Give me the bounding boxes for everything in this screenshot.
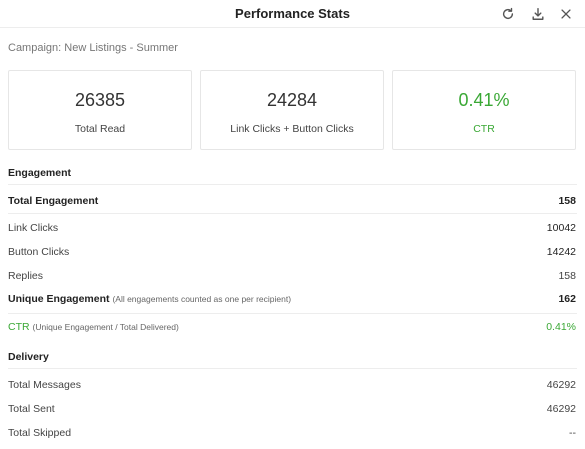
unique-engagement-note: (All engagements counted as one per reci… [112, 294, 292, 304]
button-clicks-label: Button Clicks [8, 246, 70, 258]
total-read-value: 26385 [74, 90, 126, 110]
delivery-section-title: Delivery [8, 351, 49, 363]
total-engagement-row: Total Engagement 158 [8, 195, 576, 211]
link-clicks-value: 10042 [546, 222, 576, 234]
unique-engagement-label: Unique Engagement [8, 293, 110, 305]
link-clicks-label: Link Clicks [8, 222, 59, 234]
total-engagement-label: Total Engagement [8, 195, 99, 207]
clicks-value: 24284 [266, 90, 318, 110]
unique-engagement-row: Unique Engagement (All engagements count… [8, 293, 576, 309]
campaign-label: Campaign: [8, 42, 62, 54]
ctr-value: 0.41% [546, 321, 576, 333]
campaign-name: New Listings - Summer [64, 42, 178, 54]
engagement-divider [8, 184, 577, 185]
link-clicks-row: Link Clicks 10042 [8, 222, 576, 238]
replies-label: Replies [8, 270, 44, 282]
download-icon[interactable] [528, 4, 548, 24]
ctr-label-group: CTR (Unique Engagement / Total Delivered… [8, 321, 179, 333]
total-read-card: 26385 Total Read [8, 70, 192, 150]
button-clicks-value: 14242 [546, 246, 576, 258]
ctr-note: (Unique Engagement / Total Delivered) [32, 322, 179, 332]
total-read-label: Total Read [74, 123, 126, 135]
clicks-label: Link Clicks + Button Clicks [230, 123, 354, 135]
ctr-card-value: 0.41% [458, 90, 510, 110]
delivery-divider [8, 368, 577, 369]
total-messages-row: Total Messages 46292 [8, 379, 576, 395]
total-sent-row: Total Sent 46292 [8, 403, 576, 419]
replies-value: 158 [558, 270, 576, 282]
ctr-card: 0.41% CTR [392, 70, 576, 150]
clicks-card: 24284 Link Clicks + Button Clicks [200, 70, 384, 150]
refresh-icon[interactable] [498, 4, 518, 24]
stats-header: Performance Stats [0, 0, 585, 28]
replies-row: Replies 158 [8, 270, 576, 286]
unique-divider [8, 313, 577, 314]
total-sent-label: Total Sent [8, 403, 55, 415]
total-skipped-row: Total Skipped -- [8, 427, 576, 443]
engagement-total-divider [8, 213, 577, 214]
ctr-row: CTR (Unique Engagement / Total Delivered… [8, 321, 576, 337]
total-messages-label: Total Messages [8, 379, 81, 391]
campaign-line: Campaign: New Listings - Summer [8, 42, 178, 54]
total-skipped-label: Total Skipped [8, 427, 72, 439]
engagement-section-title: Engagement [8, 167, 72, 179]
button-clicks-row: Button Clicks 14242 [8, 246, 576, 262]
total-engagement-value: 158 [558, 195, 576, 207]
total-skipped-value: -- [569, 427, 576, 439]
ctr-card-label: CTR [473, 123, 495, 135]
total-sent-value: 46292 [546, 403, 576, 415]
unique-engagement-label-group: Unique Engagement (All engagements count… [8, 293, 291, 305]
ctr-label: CTR [8, 321, 30, 333]
total-messages-value: 46292 [546, 379, 576, 391]
close-icon[interactable] [556, 4, 576, 24]
unique-engagement-value: 162 [558, 293, 576, 305]
